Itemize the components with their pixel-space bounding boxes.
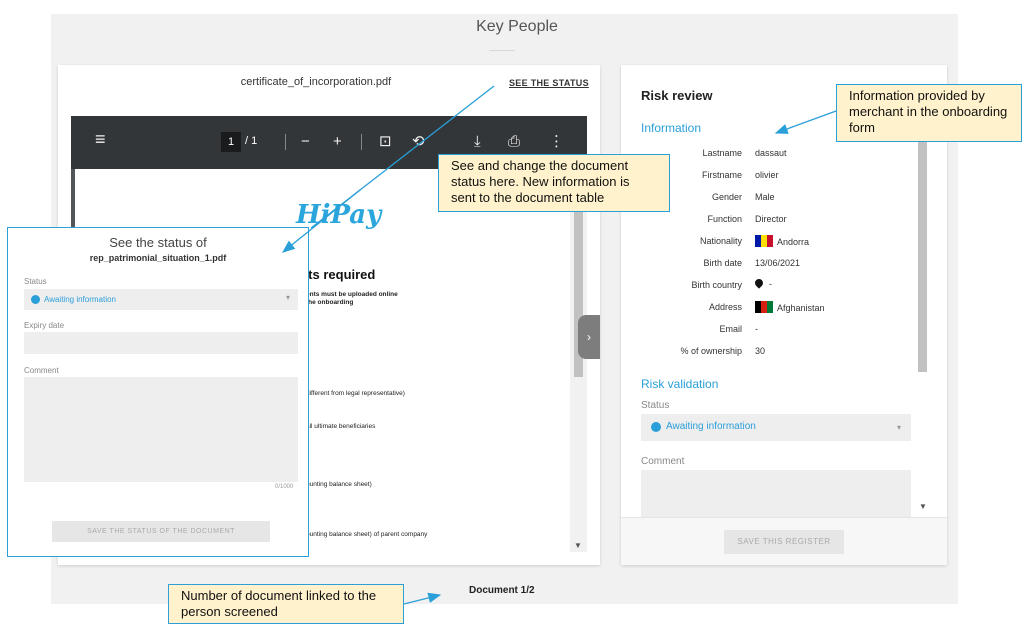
zoom-out-icon[interactable]: − (301, 134, 310, 150)
birth-country-value: - (753, 277, 772, 289)
status-label: Status (24, 277, 47, 286)
page-title: Key People (476, 18, 558, 35)
zoom-in-icon[interactable]: + (333, 134, 342, 150)
field-value: Male (755, 192, 775, 202)
pdf-scrollbar[interactable]: ▼ (570, 169, 587, 552)
risk-status-label: Status (641, 400, 670, 411)
comment-textarea[interactable] (24, 377, 298, 482)
field-label: Address (708, 302, 742, 312)
risk-review-title: Risk review (641, 88, 713, 103)
clock-icon (651, 422, 661, 432)
risk-status-select[interactable]: Awaiting information ▾ (641, 414, 911, 441)
field-value: 13/06/2021 (755, 258, 801, 268)
see-status-link[interactable]: SEE THE STATUS (509, 78, 589, 88)
risk-status-value: Awaiting information (666, 421, 756, 432)
risk-comment-textarea[interactable] (641, 470, 911, 520)
document-filename: certificate_of_incorporation.pdf (240, 76, 392, 88)
nationality-value: Andorra (755, 235, 809, 247)
scroll-down-icon[interactable]: ▼ (919, 502, 927, 511)
clock-icon (31, 295, 40, 304)
page-total: / 1 (245, 135, 258, 147)
hipay-logo: HiPay (296, 200, 382, 230)
field-value: Afghanistan (777, 303, 825, 313)
expiry-date-input[interactable] (24, 332, 298, 354)
save-register-button[interactable]: SAVE THIS REGISTER (724, 530, 844, 554)
expiry-date-label: Expiry date (24, 321, 65, 330)
status-select-value: Awaiting information (44, 295, 116, 304)
status-select[interactable]: Awaiting information ▾ (24, 289, 298, 310)
field-value: - (769, 279, 772, 289)
pdf-text-line: all ultimate beneficiaries (306, 423, 376, 430)
more-options-icon[interactable]: ⋮ (549, 134, 564, 150)
field-label: Nationality (699, 236, 742, 246)
chevron-right-icon[interactable]: › (578, 315, 600, 359)
comment-char-counter: 0/1000 (275, 484, 294, 490)
field-value: Andorra (777, 237, 810, 247)
chevron-down-icon: ▾ (896, 423, 901, 432)
andorra-flag-icon (755, 235, 773, 247)
comment-label: Comment (24, 366, 59, 375)
page-number-input[interactable]: 1 (221, 132, 241, 152)
field-value: 30 (755, 346, 766, 356)
document-counter: Document 1/2 (469, 585, 535, 596)
save-document-status-button[interactable]: SAVE THE STATUS OF THE DOCUMENT (52, 521, 270, 542)
address-value: Afghanistan (755, 301, 825, 313)
pdf-text-line: different from legal representative) (306, 390, 405, 397)
status-panel-heading: See the status of (109, 235, 207, 250)
risk-validation-heading: Risk validation (641, 377, 719, 391)
document-status-panel: See the status of rep_patrimonial_situat… (7, 227, 309, 557)
field-label: Email (719, 324, 742, 334)
afghanistan-flag-icon (755, 301, 773, 313)
title-divider (489, 50, 515, 51)
field-value: olivier (755, 170, 779, 180)
pdf-text-line: the onboarding (306, 299, 354, 306)
risk-review-footer: SAVE THIS REGISTER (621, 517, 947, 565)
print-icon[interactable]: ⎙ (508, 134, 520, 150)
menu-icon[interactable]: ≡ (95, 130, 106, 148)
risk-scrollbar-thumb[interactable] (918, 140, 927, 372)
pdf-text-line: ounting balance sheet) (306, 481, 372, 488)
callout-document-count: Number of document linked to the person … (168, 584, 404, 624)
field-label: % of ownership (680, 346, 742, 356)
chevron-down-icon: ▾ (285, 293, 290, 302)
field-value: - (755, 324, 758, 334)
fit-page-icon[interactable]: ⊡ (379, 134, 392, 150)
field-value: dassaut (755, 148, 787, 158)
field-value: Director (755, 214, 787, 224)
pdf-text-line: ounting balance sheet) of parent company (306, 531, 428, 538)
map-pin-icon (753, 277, 765, 289)
field-label: Birth country (691, 280, 742, 290)
field-label: Function (707, 214, 742, 224)
callout-merchant-info: Information provided by merchant in the … (836, 84, 1022, 142)
field-label: Birth date (703, 258, 742, 268)
toolbar-divider (285, 134, 286, 150)
information-heading: Information (641, 121, 702, 135)
rotate-icon[interactable]: ⟲ (412, 134, 425, 150)
status-panel-filename: rep_patrimonial_situation_1.pdf (89, 253, 227, 263)
toolbar-divider (361, 134, 362, 150)
scroll-down-icon[interactable]: ▼ (574, 541, 582, 550)
risk-comment-label: Comment (641, 456, 685, 467)
pdf-text-line: ents must be uploaded online (306, 291, 398, 298)
callout-change-status: See and change the document status here.… (438, 154, 670, 212)
download-icon[interactable]: ⤓ (474, 134, 481, 150)
